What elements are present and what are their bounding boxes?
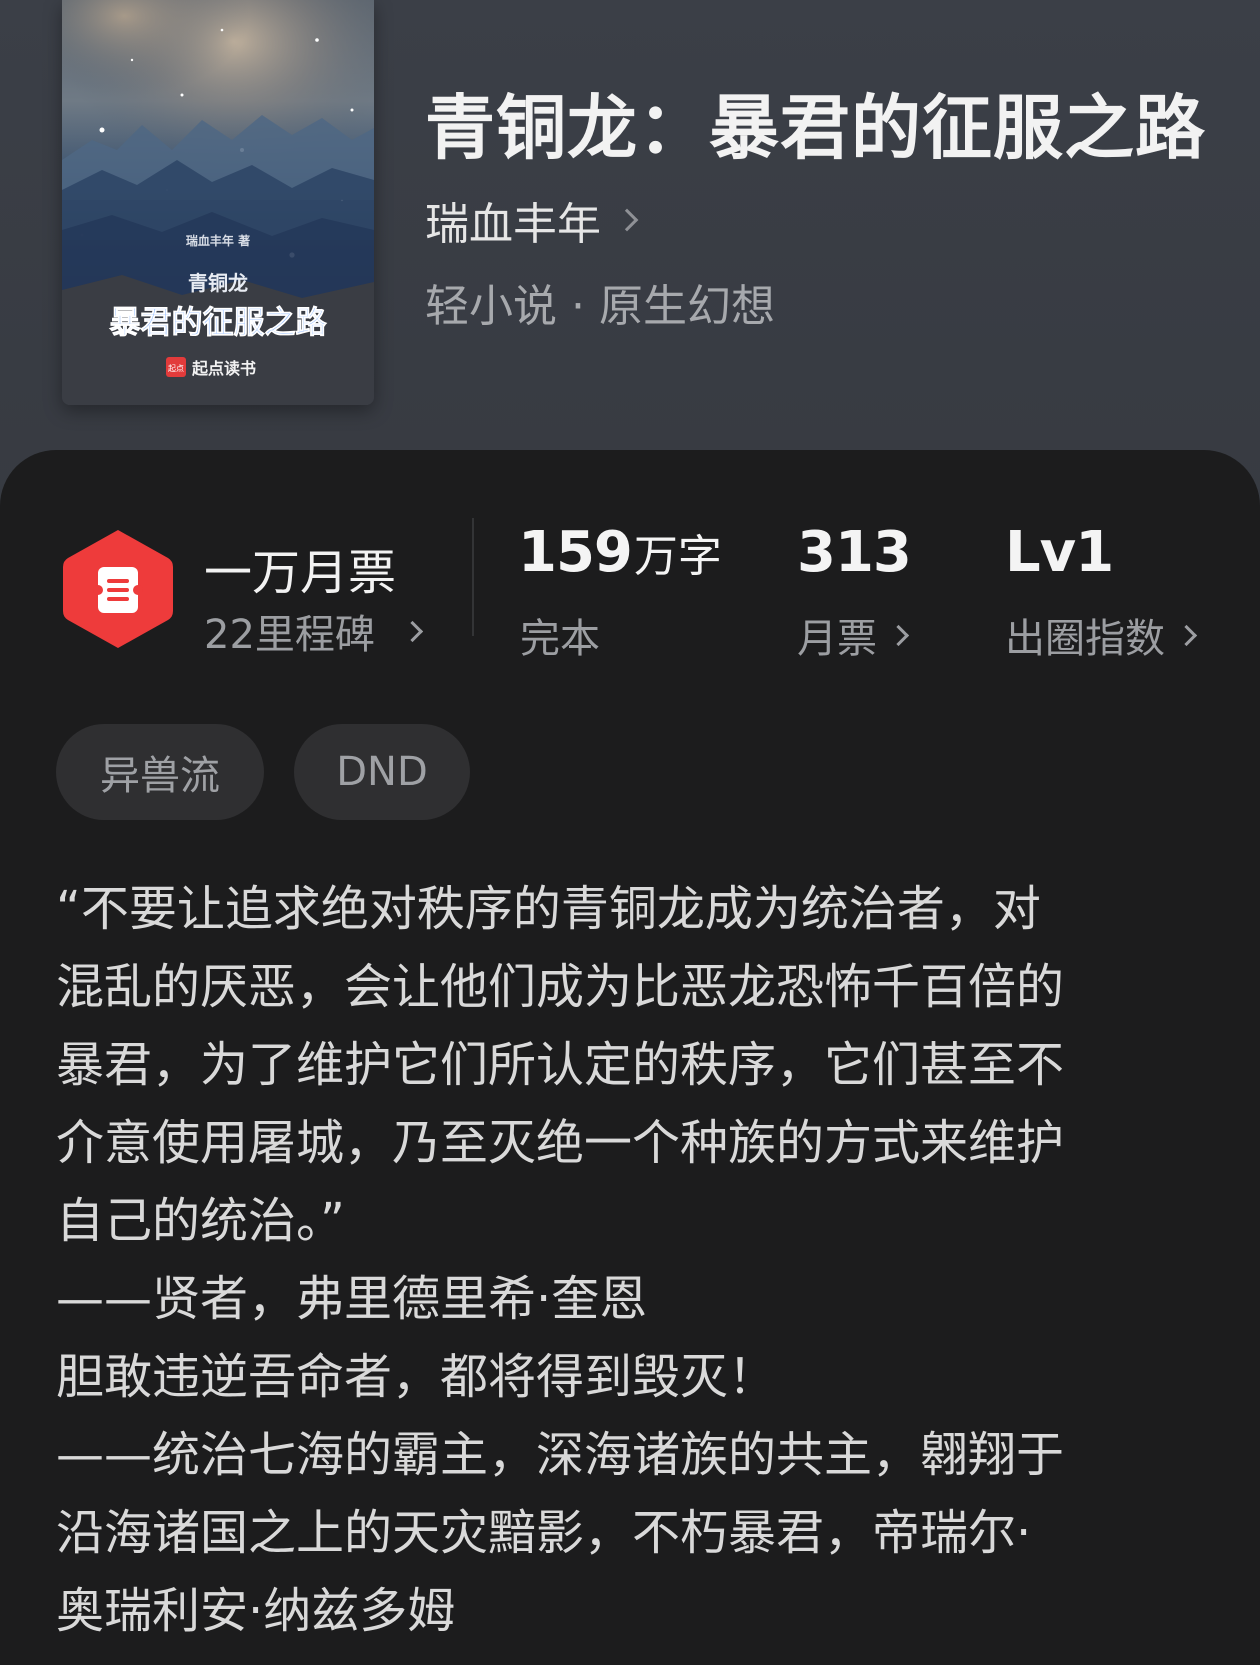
category-row: 轻小说 · 原生幻想 [425,270,775,334]
category-separator: · [571,281,585,332]
synopsis-line: 自己的统治。” [56,1193,345,1249]
book-title: 青铜龙：暴君的征服之路 [425,86,1206,169]
cover-publisher-text: 起点读书 [191,359,256,378]
cover-title-small: 青铜龙 [188,271,248,295]
subcategory-label[interactable]: 原生幻想 [599,281,775,332]
synopsis-line: “不要让追求绝对秩序的青铜龙成为统治者，对 [56,881,1041,937]
book-cover[interactable]: 瑞血丰年 著 青铜龙 暴君的征服之路 起点 起点读书 [62,0,374,405]
word-count-unit: 万字 [633,531,722,582]
chevron-right-icon [615,208,639,232]
chevron-right-icon [887,624,910,646]
monthly-ticket-label: 月票 [797,616,877,662]
tag-chip[interactable]: 异兽流 [56,724,264,820]
synopsis-line: 暴君，为了维护它们所认定的秩序，它们甚至不 [56,1037,1065,1093]
cover-title-main: 暴君的征服之路 [110,305,328,341]
completion-status: 完本 [520,616,600,662]
monthly-ticket-link[interactable]: 月票 [797,606,910,664]
synopsis: “不要让追求绝对秩序的青铜龙成为统治者，对 混乱的厌恶，会让他们成为比恶龙恐怖千… [56,870,1176,1650]
tag-chip[interactable]: DND [294,724,470,820]
stats-divider [472,518,474,636]
breakout-index-label: 出圈指数 [1005,616,1165,662]
synopsis-line: 胆敢违逆吾命者，都将得到毁灭！ [56,1349,777,1405]
book-cover-art: 瑞血丰年 著 青铜龙 暴君的征服之路 起点 起点读书 [62,0,374,405]
synopsis-line: 混乱的厌恶，会让他们成为比恶龙恐怖千百倍的 [56,959,1065,1015]
word-count: 159万字 [518,520,722,585]
ticket-hexagon-icon [63,530,173,648]
synopsis-line: ——贤者，弗里德里希·奎恩 [56,1271,648,1327]
synopsis-line: ——统治七海的霸主，深海诸族的共主，翱翔于 [56,1427,1065,1483]
synopsis-line: 奥瑞利安·纳兹多姆 [56,1583,456,1639]
chevron-right-icon [401,620,424,642]
author-name: 瑞血丰年 [425,199,601,250]
milestone-link[interactable]: 22里程碑 [204,602,424,660]
synopsis-line: 介意使用屠城，乃至灭绝一个种族的方式来维护 [56,1115,1065,1171]
monthly-ticket-count: 313 [797,520,912,585]
category-label[interactable]: 轻小说 [425,281,557,332]
cover-author-text: 瑞血丰年 著 [186,233,250,248]
cover-publisher-badge-text: 起点 [168,364,184,373]
word-count-number: 159 [518,520,633,585]
author-link[interactable]: 瑞血丰年 [425,188,639,252]
breakout-index-link[interactable]: 出圈指数 [1005,606,1198,664]
breakout-level: Lv1 [1005,520,1114,585]
monthly-ticket-tier: 一万月票 [204,545,397,601]
chevron-right-icon [1175,624,1198,646]
synopsis-line: 沿海诸国之上的天灾黯影，不朽暴君，帝瑞尔· [56,1505,1032,1561]
milestone-label: 22里程碑 [204,612,375,658]
